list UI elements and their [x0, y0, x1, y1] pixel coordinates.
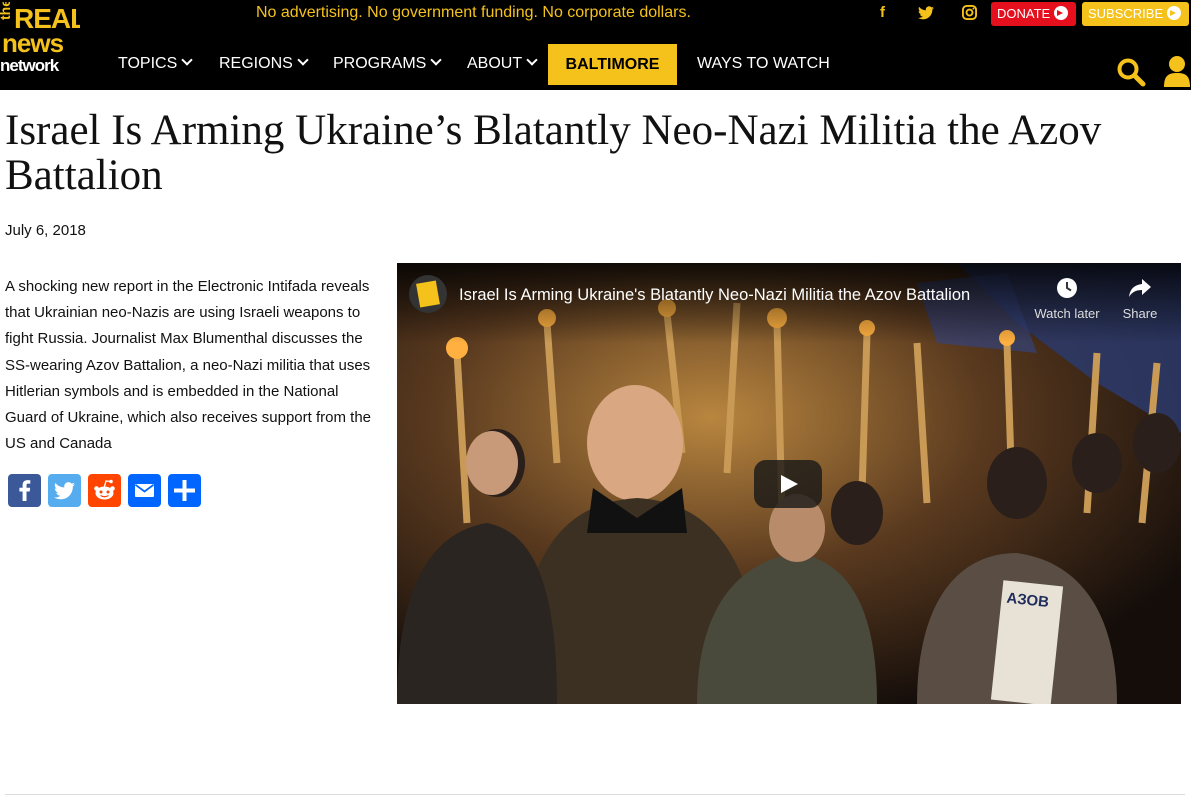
video-player[interactable]: АЗОВ Israel Is Arming Ukraine's Blatantl… — [397, 263, 1181, 704]
article-summary: A shocking new report in the Electronic … — [5, 278, 371, 453]
nav-about-label: ABOUT — [467, 55, 523, 72]
share-email-button[interactable] — [128, 474, 161, 507]
logo-network: network — [0, 56, 60, 75]
chevron-down-icon — [297, 54, 309, 66]
chevron-down-icon — [430, 54, 443, 66]
chevron-down-icon — [181, 54, 193, 66]
tagline: No advertising. No government funding. N… — [256, 4, 691, 21]
arrow-right-icon — [1167, 6, 1182, 20]
nav-topics[interactable]: TOPICS — [118, 54, 193, 73]
site-logo[interactable]: the REAL news network — [0, 2, 80, 76]
logo-the: the — [0, 2, 13, 20]
subscribe-label: SUBSCRIBE — [1088, 6, 1164, 21]
donate-button[interactable]: DONATE — [991, 2, 1076, 26]
nav-topics-label: TOPICS — [118, 55, 178, 72]
nav-regions[interactable]: REGIONS — [219, 54, 309, 73]
share-more-button[interactable] — [168, 474, 201, 507]
logo-news: news — [2, 28, 64, 58]
footer-divider — [5, 794, 1185, 795]
nav-baltimore[interactable]: BALTIMORE — [548, 44, 677, 85]
donate-label: DONATE — [997, 6, 1051, 21]
share-reddit-button[interactable] — [88, 474, 121, 507]
nav-programs-label: PROGRAMS — [333, 55, 427, 72]
plus-icon — [174, 480, 195, 501]
nav-programs[interactable]: PROGRAMS — [333, 54, 443, 73]
twitter-icon[interactable] — [918, 6, 934, 20]
arrow-right-icon — [1054, 6, 1069, 20]
watch-later-button[interactable]: Watch later — [1027, 277, 1107, 321]
channel-logo-icon — [416, 280, 440, 308]
subscribe-button[interactable]: SUBSCRIBE — [1082, 2, 1189, 26]
facebook-icon[interactable]: f — [880, 4, 885, 21]
user-icon[interactable] — [1164, 55, 1190, 87]
article-date: July 6, 2018 — [5, 222, 86, 239]
nav-about[interactable]: ABOUT — [467, 54, 538, 73]
site-header: the REAL news network No advertising. No… — [0, 0, 1191, 90]
reddit-icon — [94, 479, 115, 500]
video-share-label: Share — [1122, 306, 1158, 321]
share-arrow-icon — [1129, 279, 1151, 297]
video-share-button[interactable]: Share — [1115, 277, 1165, 321]
nav-regions-label: REGIONS — [219, 55, 293, 72]
twitter-icon — [54, 482, 75, 500]
facebook-icon — [19, 480, 31, 501]
instagram-icon[interactable] — [962, 5, 977, 20]
share-twitter-button[interactable] — [48, 474, 81, 507]
nav-ways-to-watch[interactable]: WAYS TO WATCH — [697, 55, 830, 73]
chevron-down-icon — [526, 54, 538, 66]
article-title: Israel Is Arming Ukraine’s Blatantly Neo… — [5, 107, 1102, 199]
play-icon[interactable] — [754, 460, 822, 508]
watch-later-label: Watch later — [1034, 306, 1100, 321]
email-icon — [134, 484, 155, 497]
channel-avatar[interactable] — [409, 275, 447, 313]
clock-icon — [1057, 278, 1077, 298]
search-icon[interactable] — [1116, 57, 1146, 87]
share-facebook-button[interactable] — [8, 474, 41, 507]
video-title[interactable]: Israel Is Arming Ukraine's Blatantly Neo… — [459, 286, 970, 305]
